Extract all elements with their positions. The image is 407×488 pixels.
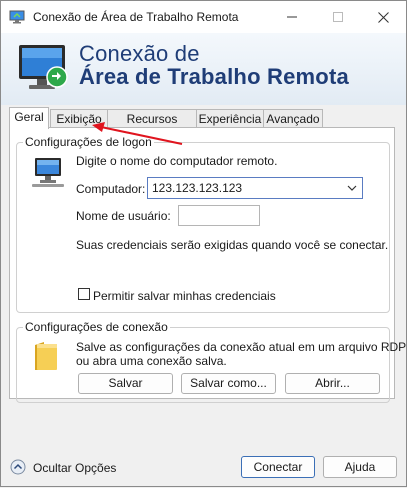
annotation-arrow xyxy=(92,122,183,145)
rdp-window: Conexão de Área de Trabalho Remota Conex… xyxy=(0,0,407,487)
